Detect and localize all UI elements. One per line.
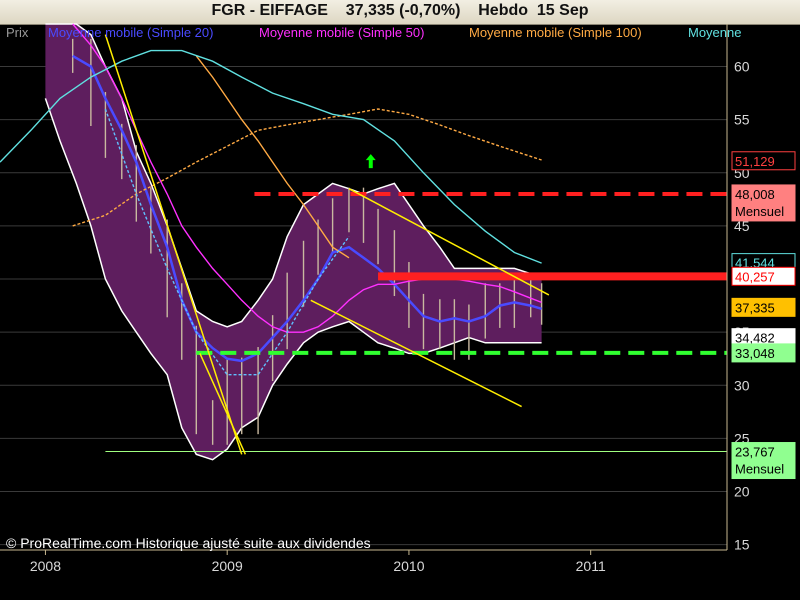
legend-item: Moyenne mobile (Simple 100) xyxy=(469,25,642,40)
price-badge-label: 23,767 xyxy=(735,445,775,460)
x-tick-label: 2010 xyxy=(393,558,424,574)
y-tick-label: 20 xyxy=(734,484,750,500)
y-tick-label: 15 xyxy=(734,537,750,553)
y-tick-label: 55 xyxy=(734,112,750,128)
price-badge-sublabel: Mensuel xyxy=(735,204,784,219)
x-tick-label: 2008 xyxy=(30,558,61,574)
y-tick-label: 30 xyxy=(734,377,750,393)
bollinger-band xyxy=(44,23,542,461)
band-fill xyxy=(45,24,542,460)
y-tick-label: 60 xyxy=(734,59,750,75)
legend-item: Moyenne mobile (Simple 50) xyxy=(259,25,425,40)
legend-item: Moyenne xyxy=(688,25,742,40)
price-badge-label: 48,008 xyxy=(735,187,775,202)
copyright-note: © ProRealTime.com Historique ajusté suit… xyxy=(6,535,371,551)
price-badge-label: 37,335 xyxy=(735,300,775,315)
price-badge-label: 51,129 xyxy=(735,154,775,169)
up-arrow-icon xyxy=(365,154,376,169)
x-tick-label: 2009 xyxy=(212,558,243,574)
x-tick-label: 2011 xyxy=(576,558,606,574)
price-chart: 152025303540455055602008200920102011 51,… xyxy=(0,23,796,574)
price-badge-label: 33,048 xyxy=(735,346,775,361)
legend-item: Prix xyxy=(6,25,29,40)
price-badge-label: 40,257 xyxy=(735,269,775,284)
price-badge-sublabel: Mensuel xyxy=(735,462,784,477)
legend-item: Moyenne mobile (Simple 20) xyxy=(48,25,214,40)
